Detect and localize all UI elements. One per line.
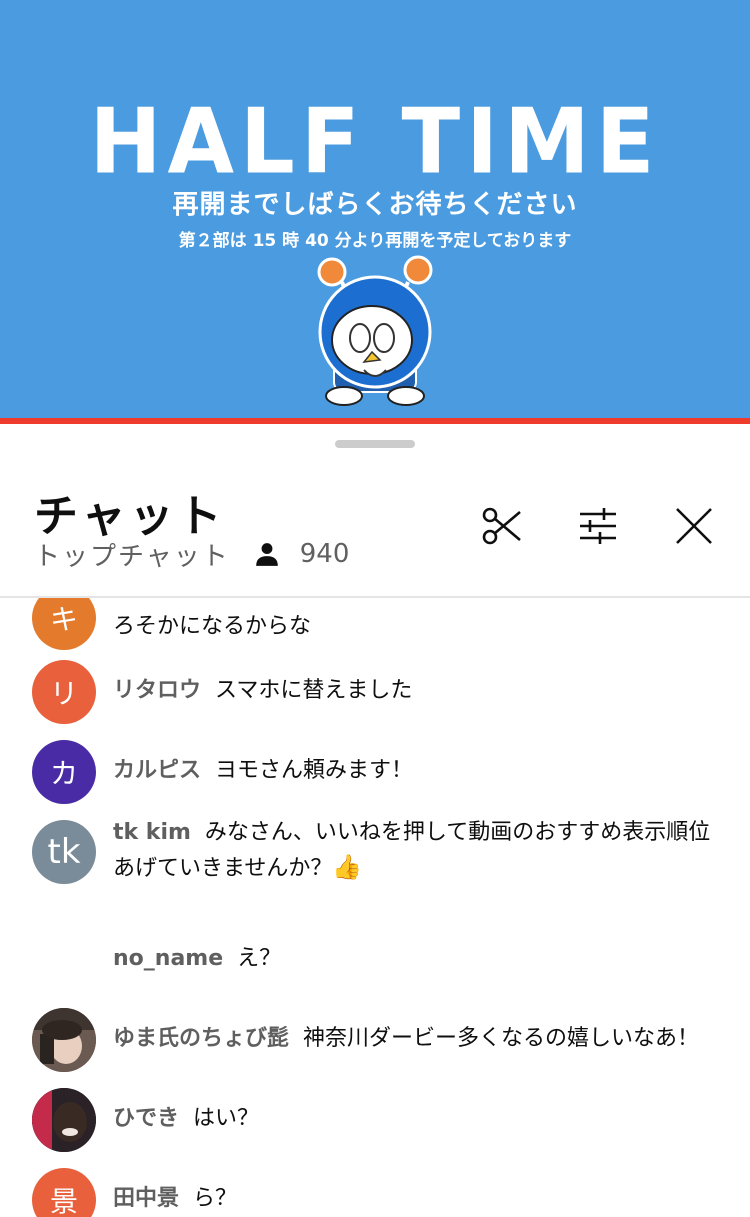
- author-name[interactable]: no_name: [113, 946, 223, 971]
- user-photo: [32, 1008, 96, 1072]
- message-content: no_name え？: [113, 942, 723, 976]
- avatar-initial: キ: [49, 603, 78, 636]
- author-name[interactable]: カルピス: [113, 758, 201, 783]
- chat-mode-label: トップチャット: [34, 541, 230, 572]
- message-text: はい？: [193, 1106, 260, 1131]
- author-name[interactable]: 田中景: [113, 1186, 179, 1211]
- message-content: 田中景 ら？: [113, 1182, 723, 1216]
- message-content: ゆま氏のちょび髭 神奈川ダービー多くなるの嬉しいなあ！: [113, 1022, 723, 1056]
- message-content: tk kim みなさん、いいねを押して動画のおすすめ表示順位あげていきませんか？👍: [113, 816, 723, 886]
- author-name[interactable]: ゆま氏のちょび髭: [113, 1026, 289, 1051]
- avatar[interactable]: tk: [32, 820, 96, 884]
- message-text: ら？: [193, 1186, 238, 1211]
- clip-button[interactable]: [480, 504, 524, 548]
- message-text: ろそかになるからな: [113, 614, 312, 639]
- message-content: ひでき はい？: [113, 1102, 723, 1136]
- avatar[interactable]: リ: [32, 660, 96, 724]
- video-player[interactable]: HALF TIME 再開までしばらくお待ちください 第２部は 15 時 40 分…: [0, 0, 750, 424]
- avatar[interactable]: [32, 1088, 96, 1152]
- chat-mode-selector[interactable]: トップチャット 940: [34, 536, 349, 572]
- close-icon: [676, 508, 712, 544]
- message-text: みなさん、いいねを押して動画のおすすめ表示順位あげていきませんか？: [113, 820, 711, 881]
- person-icon: [255, 543, 278, 566]
- message-text: ヨモさん頼みます！: [215, 758, 414, 783]
- viewer-count: 940: [299, 539, 350, 569]
- avatar[interactable]: キ: [32, 598, 96, 650]
- avatar-initial: tk: [47, 832, 81, 872]
- close-chat-button[interactable]: [672, 504, 716, 548]
- scissors-icon: [482, 507, 521, 545]
- avatar[interactable]: [32, 1008, 96, 1072]
- message-text: え？: [237, 946, 282, 971]
- avatar-initial: リ: [49, 677, 78, 710]
- banner-title: HALF TIME: [89, 89, 661, 195]
- message-text: スマホに替えました: [215, 678, 413, 703]
- message-content: リタロウ スマホに替えました: [113, 674, 723, 708]
- message-content: ろそかになるからな: [113, 610, 723, 644]
- banner-subtitle: 再開までしばらくお待ちください: [172, 190, 578, 220]
- author-name[interactable]: tk kim: [113, 820, 191, 845]
- message-text: 神奈川ダービー多くなるの嬉しいなあ！: [303, 1026, 700, 1051]
- mascot-illustration: [317, 255, 433, 406]
- avatar-initial: カ: [49, 757, 78, 790]
- message-content: カルピス ヨモさん頼みます！: [113, 754, 723, 788]
- chat-title: チャット: [34, 491, 226, 542]
- sliders-icon: [580, 508, 616, 544]
- chat-message-list[interactable]: キ ろそかになるからな リ リタロウ スマホに替えました カ カルピス ヨモさん頼み…: [0, 598, 750, 1217]
- banner-note: 第２部は 15 時 40 分より再開を予定しております: [178, 231, 572, 251]
- author-name[interactable]: ひでき: [113, 1106, 179, 1131]
- chat-settings-button[interactable]: [576, 504, 620, 548]
- chat-panel: チャット トップチャット 940 キ ろそかになるからな リ リタロウ スマホに…: [0, 424, 750, 1217]
- sheet-drag-handle[interactable]: [335, 440, 415, 448]
- thumbs-up-emoji: 👍: [332, 853, 363, 881]
- avatar-initial: 景: [49, 1185, 78, 1217]
- avatar[interactable]: 景: [32, 1168, 96, 1217]
- avatar[interactable]: カ: [32, 740, 96, 804]
- user-photo: [32, 1088, 96, 1152]
- author-name[interactable]: リタロウ: [113, 678, 201, 703]
